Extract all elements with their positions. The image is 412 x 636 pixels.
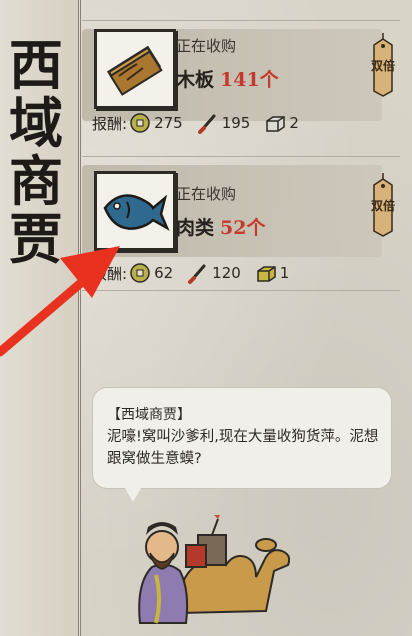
merchant-camel-icon[interactable]: [120, 505, 290, 633]
dialog-bubble[interactable]: 【西域商贾】 泥嚎!窝叫沙爹利,现在大量收狗货萍。泥想跟窝做生意蟆?: [93, 388, 391, 502]
dialog-speaker: 【西域商贾】: [107, 407, 191, 423]
dialog-text: 泥嚎!窝叫沙爹利,现在大量收狗货萍。泥想跟窝做生意蟆?: [107, 429, 379, 467]
